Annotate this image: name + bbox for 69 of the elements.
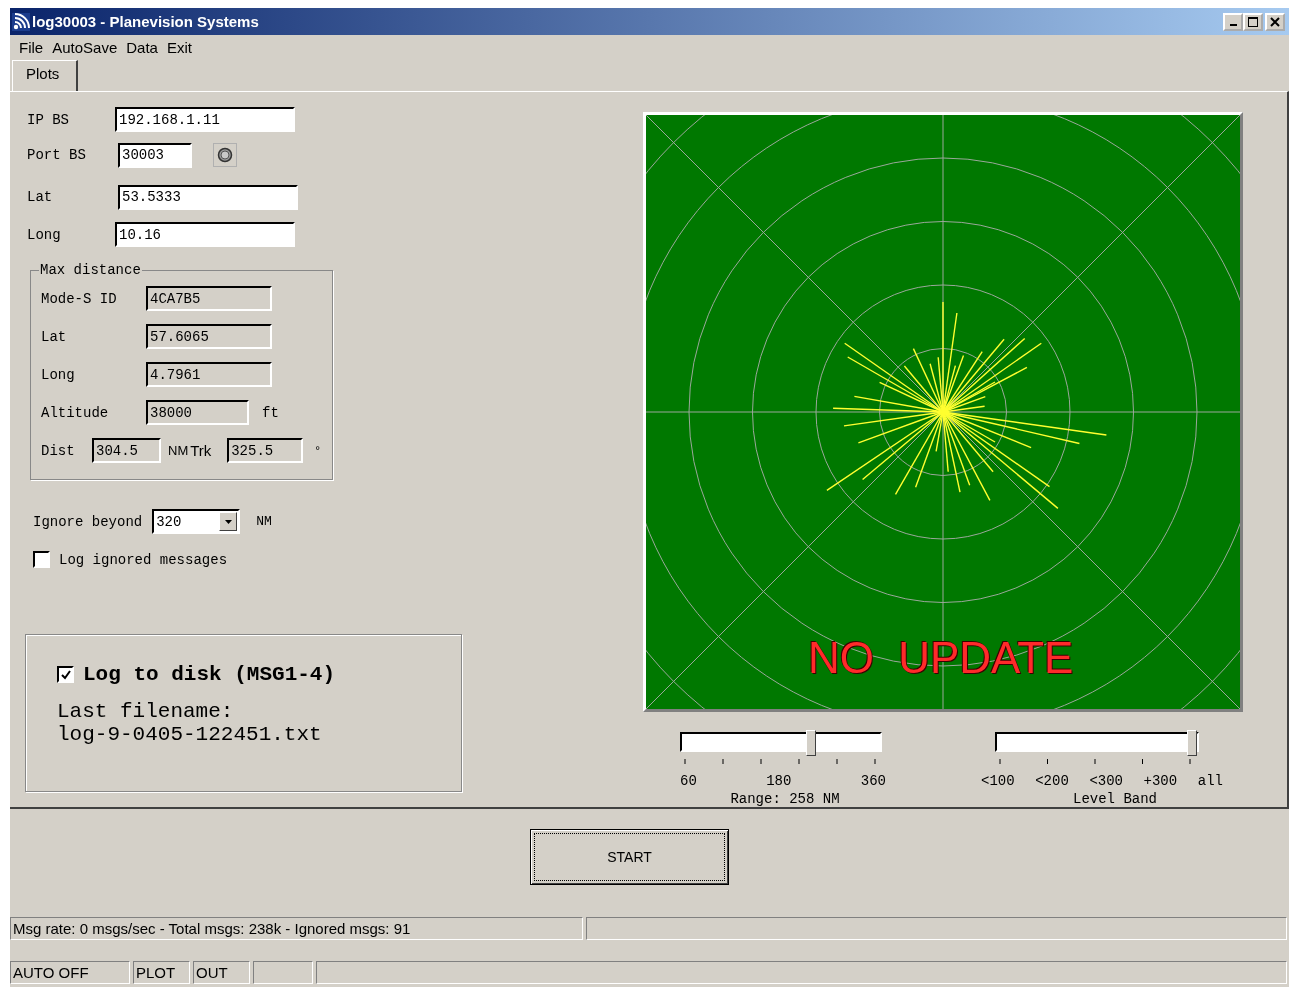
- menu-item[interactable]: AutoSave: [52, 39, 127, 57]
- slider-caption: Range: 258 NM: [730, 791, 840, 808]
- status-text: PLOT: [133, 960, 190, 984]
- unit-label: NM: [168, 443, 189, 459]
- input-field[interactable]: 304.5: [92, 438, 161, 464]
- tick-label: all: [1197, 773, 1223, 790]
- input-field[interactable]: 53.5333: [118, 184, 298, 210]
- slider-thumb[interactable]: [806, 730, 817, 757]
- field-label: IP BS: [27, 111, 70, 128]
- connect-button[interactable]: [213, 143, 237, 168]
- status-text: OUT: [193, 960, 250, 984]
- close-icon: [1270, 16, 1280, 27]
- filename-label: Last filename:: [57, 700, 235, 724]
- unit-label: °: [315, 443, 321, 458]
- tick-label: 360: [860, 773, 886, 790]
- checkbox[interactable]: [57, 666, 74, 684]
- close-button[interactable]: [1265, 12, 1285, 31]
- slider-thumb[interactable]: [1187, 730, 1197, 757]
- maximize-button[interactable]: [1243, 12, 1263, 31]
- field-label: Mode-S ID: [41, 290, 118, 307]
- field-label: Port BS: [27, 147, 87, 164]
- field-label: Lat: [27, 189, 54, 206]
- start-button[interactable]: START: [530, 829, 729, 886]
- input-field[interactable]: 4.7961: [146, 362, 272, 388]
- radar-status: NO UPDATE: [808, 633, 1074, 684]
- signal-icon: [12, 12, 30, 31]
- filename-text: log-9-0405-122451.txt: [57, 723, 323, 747]
- status-text: Msg rate: 0 msgs/sec - Total msgs: 238k - Ignored msgs: 91: [10, 916, 583, 940]
- unit-label: NM: [256, 514, 272, 530]
- input-field[interactable]: 10.16: [115, 222, 295, 248]
- slider-track[interactable]: [995, 732, 1199, 753]
- tick-label: 180: [766, 773, 792, 790]
- tick-label: <300: [1089, 773, 1123, 790]
- checkbox[interactable]: [33, 551, 50, 569]
- dropdown[interactable]: 320: [152, 509, 241, 535]
- caret-icon: [224, 519, 232, 524]
- field-label: Dist: [41, 442, 76, 459]
- input-field[interactable]: 30003: [118, 142, 192, 168]
- menu-item[interactable]: Data: [126, 39, 167, 57]
- status-panel: [253, 960, 313, 984]
- input-field[interactable]: 38000: [146, 400, 249, 426]
- menu-item[interactable]: Exit: [166, 39, 201, 57]
- minimize-button[interactable]: [1223, 12, 1243, 31]
- menu-item[interactable]: File: [19, 39, 53, 57]
- field-label: Ignore beyond: [33, 513, 143, 530]
- slider-track[interactable]: [680, 732, 882, 753]
- input-field[interactable]: 57.6065: [146, 324, 272, 350]
- status-text: AUTO OFF: [10, 960, 130, 984]
- window-title: log30003 - Planevision Systems: [32, 13, 260, 30]
- tab[interactable]: Plots: [12, 60, 78, 92]
- field-label: Long: [41, 366, 76, 383]
- input-field[interactable]: 192.168.1.11: [115, 107, 295, 133]
- minimize-icon: [1229, 24, 1237, 26]
- field-label: Trk: [190, 442, 213, 460]
- maximize-icon: [1248, 16, 1258, 27]
- checkbox-label: Log ignored messages: [59, 551, 228, 568]
- slider-caption: Level Band: [1073, 791, 1157, 808]
- field-label: Long: [27, 226, 62, 243]
- tick-label: <200: [1035, 773, 1069, 790]
- input-field[interactable]: 4CA7B5: [146, 286, 272, 312]
- tick-label: 60: [680, 773, 697, 790]
- field-label: Lat: [41, 328, 68, 345]
- ring-icon: [217, 147, 233, 164]
- field-label: Altitude: [41, 404, 110, 421]
- tick-label: <100: [981, 773, 1015, 790]
- unit-label: ft: [262, 404, 279, 421]
- checkbox-label: Log to disk (MSG1-4): [83, 663, 336, 687]
- input-field[interactable]: 325.5: [227, 438, 304, 464]
- tick-label: +300: [1143, 773, 1178, 790]
